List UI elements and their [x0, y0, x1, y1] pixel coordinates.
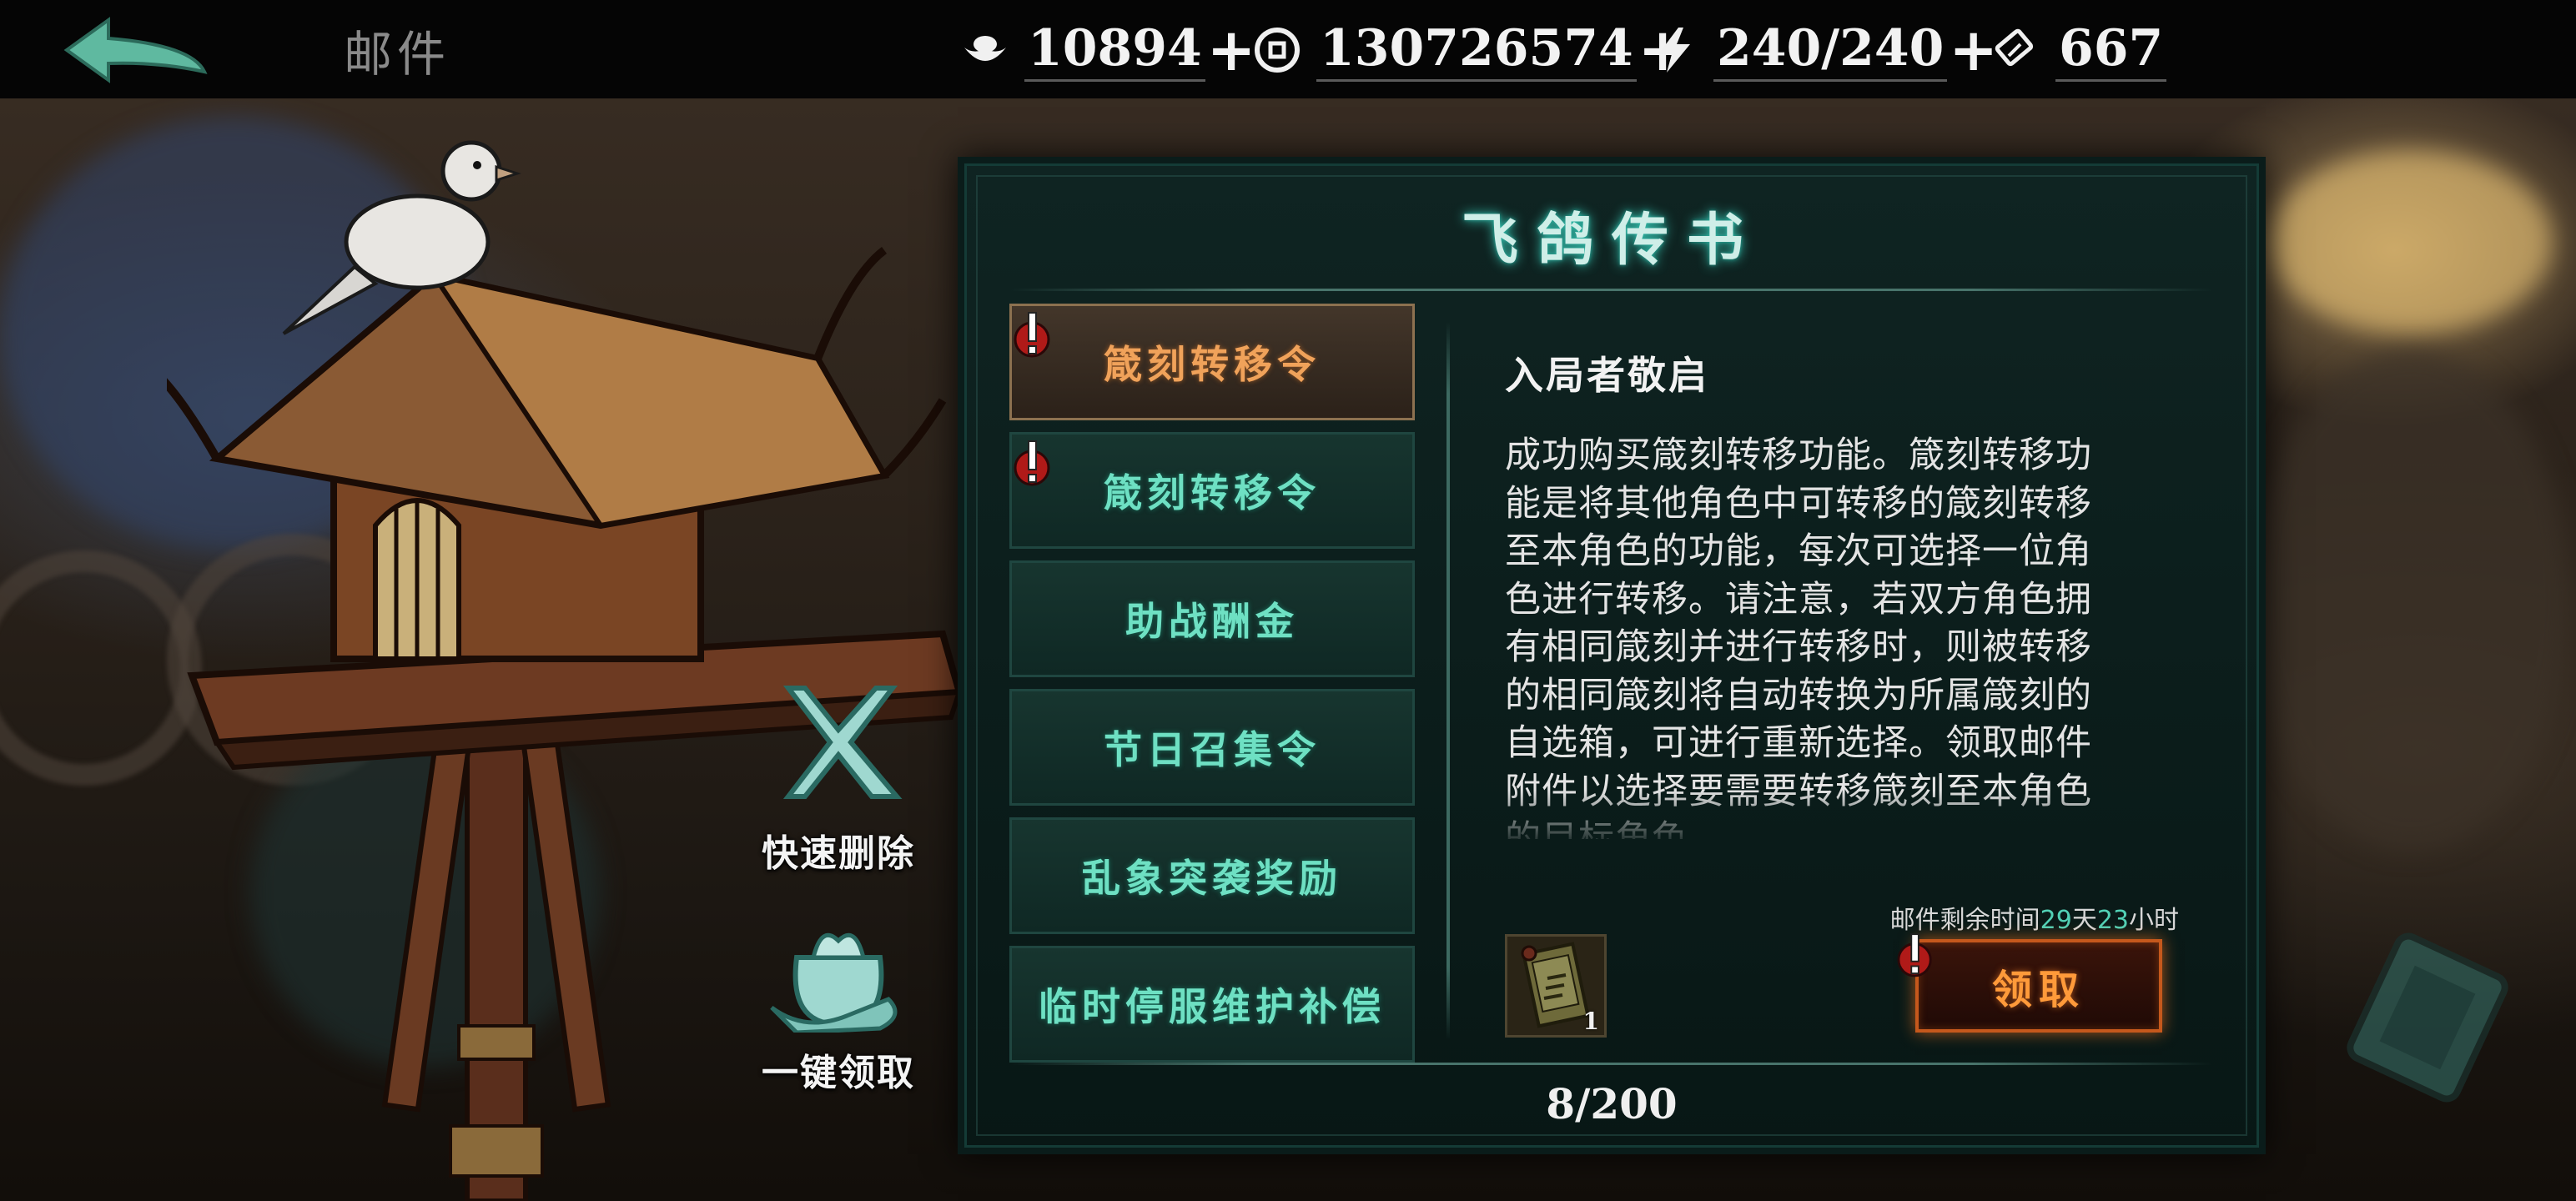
- coin-icon: [1255, 28, 1300, 73]
- mail-list: 箴刻转移令 箴刻转移令 助战酬金 节日召集令 乱象突袭奖励 临时停服维护补偿: [1009, 304, 1415, 1074]
- mail-body-line: 的相同箴刻将自动转换为所属箴刻的: [1505, 674, 2092, 716]
- mail-item[interactable]: 箴刻转移令: [1009, 304, 1415, 420]
- mail-item-label: 临时停服维护补偿: [1039, 984, 1386, 1029]
- mail-item-label: 助战酬金: [1125, 599, 1299, 644]
- currency-stamina-value: 240/240: [1713, 19, 1948, 82]
- mail-item-label: 箴刻转移令: [1104, 470, 1321, 515]
- mail-item[interactable]: 箴刻转移令: [1009, 432, 1415, 549]
- currency-coin-value: 130726574: [1316, 19, 1637, 82]
- mail-item[interactable]: 乱象突袭奖励: [1009, 817, 1415, 934]
- claim-all-label: 一键领取: [762, 1052, 915, 1094]
- cross-icon: [782, 686, 903, 799]
- attachment-count: 1: [1582, 1008, 1599, 1035]
- mail-panel: 飞鸽传书 箴刻转移令 箴刻转移令 助战酬金 节日召集令 乱象突袭奖励 临时停服维…: [958, 157, 2266, 1154]
- currency-coin: 130726574 +: [1251, 16, 1687, 84]
- mail-body-line: 的目标角色: [1505, 818, 1688, 839]
- mail-item[interactable]: 助战酬金: [1009, 560, 1415, 677]
- attachment-slot[interactable]: 1: [1505, 934, 1607, 1038]
- ticket-icon: [1995, 28, 2034, 67]
- alert-icon: [1897, 933, 1932, 977]
- mail-count: 8/200: [1546, 1079, 1678, 1128]
- mail-item[interactable]: 节日召集令: [1009, 689, 1415, 806]
- mail-body[interactable]: 成功购买箴刻转移功能。箴刻转移功 能是将其他角色中可转移的箴刻转移 至本角色的功…: [1505, 432, 2164, 839]
- mail-item[interactable]: 临时停服维护补偿: [1009, 946, 1415, 1063]
- alert-icon: [1014, 312, 1050, 358]
- lightning-icon: [1658, 28, 1690, 73]
- add-ingot-button[interactable]: +: [1207, 16, 1256, 84]
- currency-ticket: 667: [1990, 18, 2167, 82]
- expire-day-unit: 天: [2071, 906, 2097, 935]
- bundle-icon: [770, 932, 898, 1033]
- currency-ingot: 10894 +: [959, 16, 1256, 84]
- mail-body-line: 有相同箴刻并进行转移时，则被转移: [1505, 626, 2092, 668]
- currency-stamina: 240/240 +: [1648, 16, 1998, 84]
- mail-body-line: 能是将其他角色中可转移的箴刻转移: [1505, 482, 2092, 525]
- claim-button[interactable]: 领取: [1915, 939, 2162, 1033]
- mail-item-label: 箴刻转移令: [1104, 342, 1321, 387]
- quick-delete-button[interactable]: 快速删除: [742, 671, 934, 877]
- mail-body-line: 成功购买箴刻转移功能。箴刻转移功: [1505, 435, 2092, 476]
- mail-greeting: 入局者敬启: [1505, 353, 1709, 398]
- expire-hours: 23: [2096, 906, 2129, 935]
- top-bar: 邮件 10894 + 130726574 + 240/240 +: [0, 0, 2576, 98]
- mail-screen: 邮件 10894 + 130726574 + 240/240 +: [0, 0, 2576, 1201]
- mail-item-label: 节日召集令: [1104, 727, 1321, 772]
- mail-body-line: 至本角色的功能，每次可选择一位角: [1505, 530, 2092, 572]
- expire-days: 29: [2040, 906, 2072, 935]
- list-divider: [1446, 322, 1450, 1039]
- mail-body-line: 附件以选择要需要转移箴刻至本角色: [1505, 770, 2092, 812]
- mail-body-line: 自选箱，可进行重新选择。领取邮件: [1505, 722, 2092, 764]
- currency-ingot-value: 10894: [1024, 19, 1205, 82]
- claim-label: 领取: [1991, 967, 2085, 1013]
- panel-title: 飞鸽传书: [1461, 207, 1762, 274]
- alert-icon: [1014, 440, 1050, 486]
- title-divider: [1011, 289, 2212, 291]
- mail-body-line: 色进行转移。请注意，若双方角色拥: [1505, 578, 2092, 621]
- claim-all-button[interactable]: 一键领取: [742, 907, 934, 1096]
- right-building: [2252, 350, 2569, 851]
- device-decoration: [2347, 932, 2508, 1103]
- page-title: 邮件: [344, 26, 451, 83]
- currency-ticket-value: 667: [2055, 19, 2167, 82]
- lantern-glow: [2269, 150, 2553, 334]
- quick-delete-label: 快速删除: [762, 832, 915, 875]
- ingot-icon: [964, 36, 1006, 61]
- bottom-divider: [1011, 1063, 2212, 1065]
- mail-item-label: 乱象突袭奖励: [1082, 856, 1342, 901]
- expire-hour-unit: 小时: [2129, 906, 2179, 935]
- back-arrow-icon[interactable]: [58, 12, 217, 92]
